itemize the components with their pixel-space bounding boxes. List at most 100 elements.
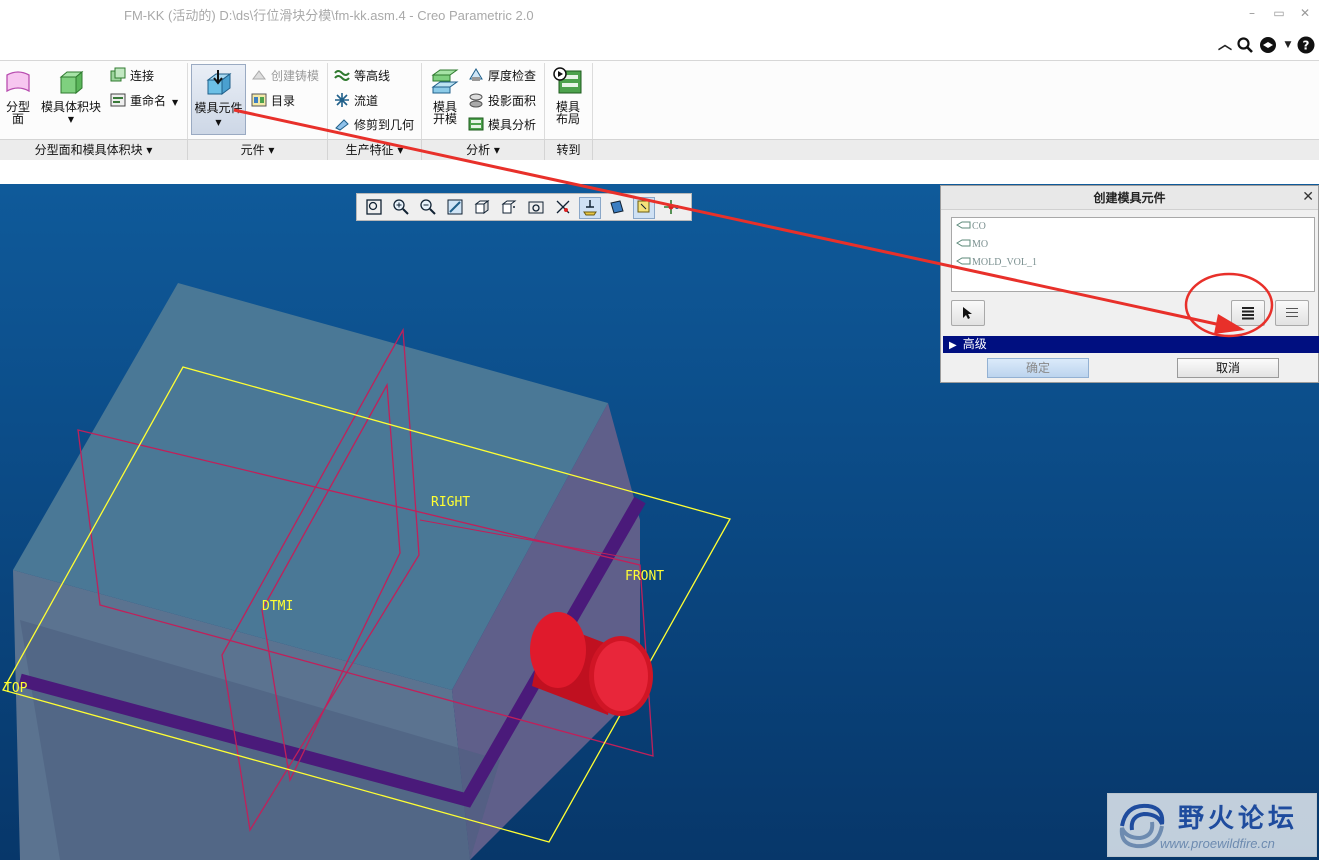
repaint-icon[interactable] — [444, 197, 466, 219]
mold-open-button[interactable]: 模具 开模 — [427, 67, 463, 125]
dropdown-icon[interactable]: ▼ — [1279, 36, 1297, 54]
trim-geometry-label: 修剪到几何 — [354, 118, 415, 132]
zoom-out-icon[interactable] — [417, 197, 439, 219]
connect-button[interactable]: 连接 — [110, 67, 154, 85]
group-parting-volume[interactable]: 分型面和模具体积块 ▾ — [0, 139, 188, 161]
spin-center-icon[interactable] — [660, 197, 682, 219]
datum-display-icon[interactable] — [579, 197, 601, 219]
projected-area-label: 投影面积 — [488, 94, 537, 108]
mold-layout-icon — [553, 67, 582, 94]
mold-component-button[interactable]: 模具元件 ▼ — [191, 64, 246, 135]
close-button[interactable]: ✕ — [1298, 6, 1312, 20]
watermark: 野火论坛 www.proewildfire.cn — [1107, 793, 1317, 857]
ribbon: 分型 面 模具体积块 ▼ 连接 重命名 ▼ 模具元件 ▼ 创建铸模 目录 等高线… — [0, 60, 1319, 161]
list-item-label: MOLD_VOL_1 — [972, 257, 1037, 268]
parting-surface-icon — [6, 71, 30, 93]
thickness-check-label: 厚度检查 — [488, 69, 537, 83]
mold-open-icon — [431, 69, 459, 94]
advanced-section-toggle[interactable]: ▶ 高级 — [943, 336, 1319, 353]
plane-label-front: FRONT — [625, 569, 664, 584]
mold-volume-button[interactable]: 模具体积块 ▼ — [38, 67, 104, 126]
contour-icon — [334, 70, 350, 81]
runner-label: 流道 — [354, 94, 379, 108]
mold-component-label: 模具元件 — [194, 101, 243, 115]
annotation-display-icon[interactable] — [606, 197, 628, 219]
group-components[interactable]: 元件 ▾ — [188, 139, 328, 161]
divider — [592, 63, 593, 139]
rename-label: 重命名 — [130, 94, 167, 108]
group-goto[interactable]: 转到 — [545, 139, 593, 161]
runner-button[interactable]: 流道 — [334, 92, 378, 110]
divider — [421, 63, 422, 139]
select-all-icon — [1242, 307, 1254, 320]
list-item[interactable]: CO — [952, 218, 1314, 236]
svg-text:?: ? — [1303, 39, 1310, 53]
parting-surface-button[interactable]: 分型 面 — [2, 67, 34, 125]
quick-access-icons: ︿ ▼ ? — [0, 28, 1319, 60]
help-center-icon[interactable] — [1259, 36, 1277, 54]
mold-layout-label: 模具 布局 — [555, 100, 580, 126]
projected-area-icon — [469, 93, 483, 108]
saved-views-icon[interactable] — [498, 197, 520, 219]
contour-button[interactable]: 等高线 — [334, 67, 390, 85]
plane-display-icon[interactable] — [633, 197, 655, 219]
deselect-all-icon — [1286, 308, 1298, 317]
divider — [187, 63, 188, 139]
catalog-button[interactable]: 目录 — [251, 92, 295, 110]
close-icon[interactable]: ✕ — [1302, 189, 1314, 205]
select-button[interactable] — [951, 300, 985, 326]
maximize-button[interactable]: ▭ — [1272, 6, 1286, 20]
list-item[interactable]: MO — [952, 236, 1314, 254]
catalog-label: 目录 — [271, 94, 296, 108]
advanced-label: 高级 — [962, 337, 987, 351]
group-production-features[interactable]: 生产特征 ▾ — [328, 139, 422, 161]
cancel-button[interactable]: 取消 — [1177, 358, 1279, 378]
collapse-ribbon-icon[interactable]: ︿ — [1216, 36, 1234, 54]
watermark-name: 野火论坛 — [1178, 804, 1299, 834]
divider — [327, 63, 328, 139]
connect-icon — [110, 67, 126, 82]
connect-label: 连接 — [130, 69, 155, 83]
dialog-title: 创建模具元件 — [941, 186, 1318, 210]
list-item[interactable]: MOLD_VOL_1 — [952, 254, 1314, 272]
create-casting-label: 创建铸模 — [271, 69, 320, 83]
thickness-check-icon — [469, 68, 483, 81]
view-manager-icon[interactable] — [525, 197, 547, 219]
projected-area-button[interactable]: 投影面积 — [468, 92, 536, 110]
thickness-check-button[interactable]: 厚度检查 — [468, 67, 536, 85]
list-item-label: MO — [972, 239, 989, 250]
watermark-url: www.proewildfire.cn — [1160, 836, 1275, 851]
plane-label-right: RIGHT — [431, 495, 470, 510]
group-bar-fill — [593, 139, 1319, 161]
select-all-button[interactable] — [1231, 300, 1265, 326]
view-toolbar — [356, 193, 692, 221]
perspective-icon[interactable] — [552, 197, 574, 219]
graphics-header-strip — [0, 160, 1319, 184]
mold-open-label: 模具 开模 — [432, 100, 457, 126]
component-list[interactable]: CO MO MOLD_VOL_1 — [951, 217, 1315, 292]
ok-button[interactable]: 确定 — [987, 358, 1089, 378]
cursor-arrow-icon — [963, 307, 972, 319]
create-casting-button[interactable]: 创建铸模 — [251, 67, 319, 85]
deselect-all-button[interactable] — [1275, 300, 1309, 326]
minimize-button[interactable]: – — [1245, 6, 1259, 20]
rename-button[interactable]: 重命名 ▼ — [110, 92, 178, 110]
refit-icon[interactable] — [363, 197, 385, 219]
part-icon — [956, 257, 971, 265]
mold-layout-button[interactable]: 模具 布局 — [550, 67, 586, 125]
rename-icon — [110, 93, 126, 107]
window-title: FM-KK (活动的) D:\ds\行位滑块分模\fm-kk.asm.4 - C… — [124, 8, 534, 23]
zoom-in-icon[interactable] — [390, 197, 412, 219]
parting-surface-label: 分型 面 — [5, 100, 30, 126]
mold-analysis-button[interactable]: 模具分析 — [468, 116, 536, 134]
create-mold-component-dialog: 创建模具元件 ✕ CO MO MOLD_VOL_1 ▶ 高级 确定 取消 — [940, 185, 1319, 383]
search-icon[interactable] — [1236, 36, 1254, 54]
display-style-icon[interactable] — [471, 197, 493, 219]
mold-analysis-label: 模具分析 — [488, 118, 537, 132]
title-bar: FM-KK (活动的) D:\ds\行位滑块分模\fm-kk.asm.4 - C… — [0, 0, 1319, 28]
group-analysis[interactable]: 分析 ▾ — [422, 139, 545, 161]
plane-label-top: TOP — [4, 681, 28, 696]
chevron-down-icon: ▼ — [172, 98, 179, 107]
help-icon[interactable]: ? — [1297, 36, 1315, 54]
trim-geometry-button[interactable]: 修剪到几何 — [334, 116, 414, 134]
